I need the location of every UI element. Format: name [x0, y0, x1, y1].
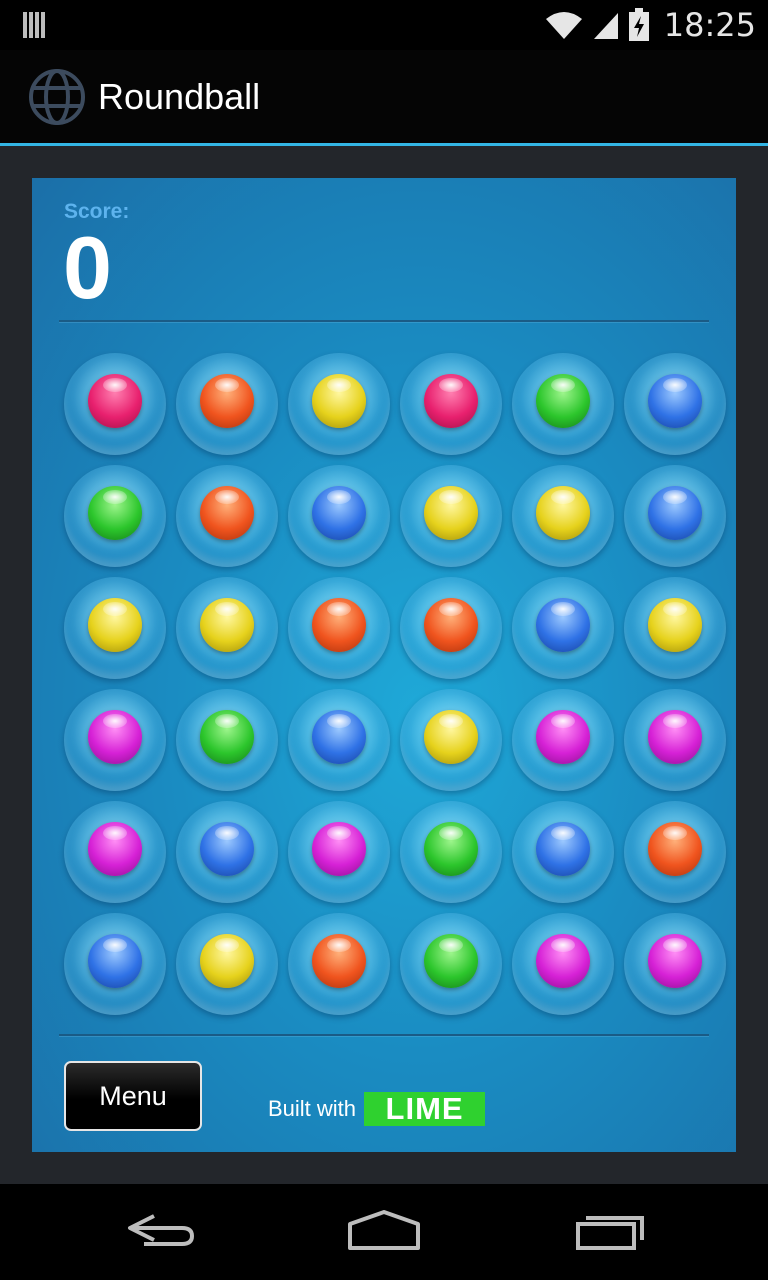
grid-cell[interactable]	[60, 574, 172, 686]
ball-green[interactable]	[88, 486, 142, 540]
grid-cell[interactable]	[508, 574, 620, 686]
grid-cell[interactable]	[508, 910, 620, 1022]
content-area: Score: 0 Menu Built with LIME	[0, 146, 768, 1184]
built-with-lime: Built with LIME	[268, 1091, 486, 1126]
ball-pink[interactable]	[88, 374, 142, 428]
ball-magenta[interactable]	[88, 710, 142, 764]
grid-cell[interactable]	[60, 462, 172, 574]
grid-cell[interactable]	[284, 798, 396, 910]
battery-charging-icon	[628, 8, 649, 41]
ball-blue[interactable]	[648, 374, 702, 428]
ball-yellow[interactable]	[312, 374, 366, 428]
grid-cell[interactable]	[508, 686, 620, 798]
globe-icon[interactable]	[28, 68, 86, 126]
ball-magenta[interactable]	[88, 822, 142, 876]
ball-yellow[interactable]	[200, 598, 254, 652]
ball-yellow[interactable]	[88, 598, 142, 652]
ball-magenta[interactable]	[648, 934, 702, 988]
navigation-bar	[0, 1184, 768, 1280]
ball-green[interactable]	[424, 822, 478, 876]
grid-cell[interactable]	[172, 574, 284, 686]
ball-yellow[interactable]	[424, 486, 478, 540]
ball-blue[interactable]	[536, 822, 590, 876]
grid-cell[interactable]	[60, 350, 172, 462]
grid-cell[interactable]	[284, 462, 396, 574]
grid-cell[interactable]	[60, 798, 172, 910]
grid-cell[interactable]	[172, 910, 284, 1022]
ball-orange[interactable]	[312, 934, 366, 988]
grid-cell[interactable]	[284, 686, 396, 798]
grid-cell[interactable]	[508, 462, 620, 574]
ball-blue[interactable]	[312, 710, 366, 764]
built-with-text: Built with	[268, 1096, 357, 1121]
grid-cell[interactable]	[396, 574, 508, 686]
grid-cell[interactable]	[508, 350, 620, 462]
grid-cell[interactable]	[60, 686, 172, 798]
lime-logo[interactable]: LIME	[364, 1091, 486, 1126]
ball-blue[interactable]	[648, 486, 702, 540]
grid-cell[interactable]	[172, 798, 284, 910]
signal-icon	[593, 13, 618, 39]
recent-apps-icon[interactable]	[572, 1210, 652, 1254]
grid-cell[interactable]	[508, 798, 620, 910]
grid-cell[interactable]	[620, 574, 732, 686]
wifi-icon	[545, 12, 582, 39]
grid-cell[interactable]	[172, 350, 284, 462]
ball-yellow[interactable]	[536, 486, 590, 540]
status-time: 18:25	[663, 6, 756, 44]
ball-orange[interactable]	[200, 374, 254, 428]
menu-button[interactable]: Menu	[64, 1061, 202, 1131]
grid-cell[interactable]	[396, 462, 508, 574]
ball-blue[interactable]	[88, 934, 142, 988]
grid-cell[interactable]	[620, 462, 732, 574]
score-value: 0	[63, 218, 112, 317]
ball-yellow[interactable]	[200, 934, 254, 988]
ball-yellow[interactable]	[648, 598, 702, 652]
ball-orange[interactable]	[312, 598, 366, 652]
status-bar: 18:25	[0, 0, 768, 50]
grid-cell[interactable]	[620, 350, 732, 462]
grid-cell[interactable]	[620, 798, 732, 910]
home-icon[interactable]	[344, 1210, 424, 1254]
notification-icon	[23, 12, 45, 38]
ball-green[interactable]	[536, 374, 590, 428]
ball-blue[interactable]	[536, 598, 590, 652]
ball-orange[interactable]	[424, 598, 478, 652]
ball-blue[interactable]	[200, 822, 254, 876]
ball-green[interactable]	[200, 710, 254, 764]
grid-cell[interactable]	[284, 574, 396, 686]
app-title: Roundball	[98, 76, 261, 117]
game-board: Score: 0 Menu Built with LIME	[32, 178, 736, 1152]
grid-cell[interactable]	[396, 910, 508, 1022]
grid-cell[interactable]	[396, 350, 508, 462]
top-divider	[59, 320, 709, 322]
ball-magenta[interactable]	[536, 710, 590, 764]
ball-magenta[interactable]	[312, 822, 366, 876]
action-bar: Roundball	[0, 50, 768, 146]
ball-orange[interactable]	[648, 822, 702, 876]
grid-cell[interactable]	[60, 910, 172, 1022]
ball-yellow[interactable]	[424, 710, 478, 764]
grid-cell[interactable]	[284, 910, 396, 1022]
ball-magenta[interactable]	[536, 934, 590, 988]
grid-cell[interactable]	[396, 686, 508, 798]
grid-cell[interactable]	[620, 686, 732, 798]
grid-cell[interactable]	[620, 910, 732, 1022]
grid-cell[interactable]	[172, 686, 284, 798]
grid-cell[interactable]	[284, 350, 396, 462]
grid-cell[interactable]	[172, 462, 284, 574]
ball-pink[interactable]	[424, 374, 478, 428]
ball-green[interactable]	[424, 934, 478, 988]
back-arrow-icon[interactable]	[124, 1210, 204, 1254]
ball-grid	[60, 350, 732, 1022]
ball-magenta[interactable]	[648, 710, 702, 764]
ball-blue[interactable]	[312, 486, 366, 540]
grid-cell[interactable]	[396, 798, 508, 910]
ball-orange[interactable]	[200, 486, 254, 540]
bottom-divider	[59, 1034, 709, 1036]
